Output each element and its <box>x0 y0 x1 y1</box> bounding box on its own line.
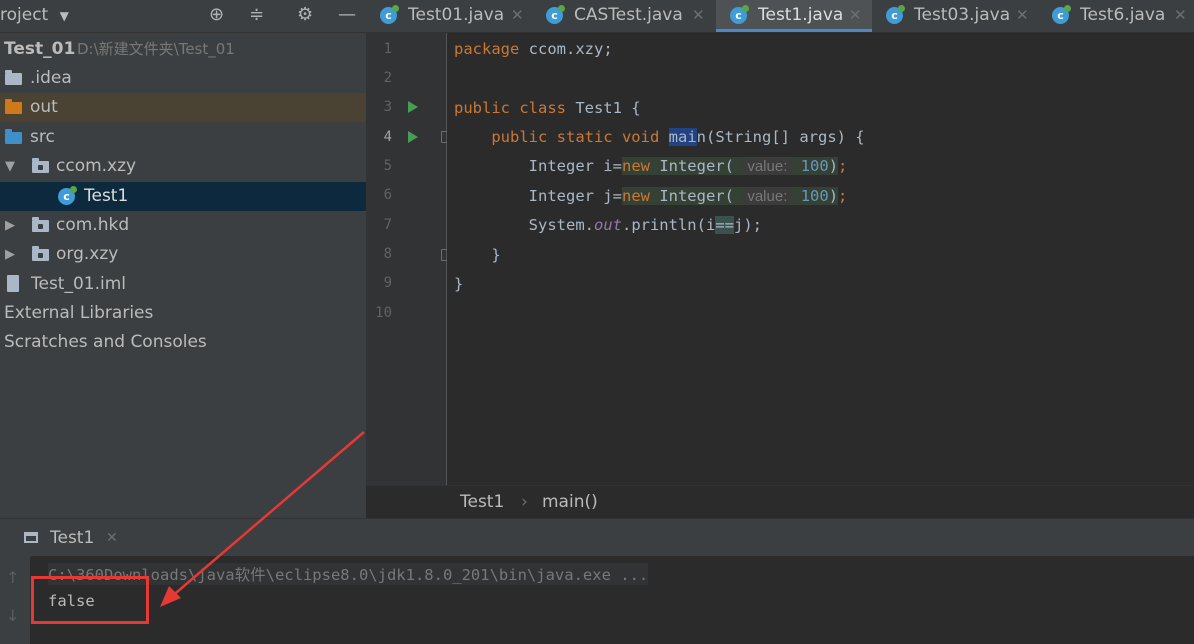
annotation-highlight-box <box>31 576 149 624</box>
code-line-1: package ccom.xzy; <box>454 40 613 58</box>
tab-test1-java[interactable]: c Test1.java ✕ <box>716 0 872 32</box>
parameter-hint: value: <box>743 188 792 205</box>
package-icon <box>32 246 49 261</box>
source-folder-icon <box>5 129 22 144</box>
tab-castest-java[interactable]: c CASTest.java ✕ <box>532 0 716 32</box>
line-number: 1 <box>383 41 392 57</box>
code-line-3: public class Test1 { <box>454 99 641 117</box>
line-number: 2 <box>383 70 392 86</box>
editor-gutter: 1 2 3 4 5 6 7 8 9 10 <box>366 33 451 485</box>
tree-item-scratches[interactable]: Scratches and Consoles <box>0 328 366 357</box>
close-icon[interactable]: ✕ <box>1174 0 1187 31</box>
line-number: 5 <box>383 158 392 174</box>
code-line-6: Integer j=new Integer( value: 100); <box>528 187 848 205</box>
line-number: 8 <box>383 246 392 262</box>
tree-item-ccom-xzy[interactable]: ▼ ccom.xzy <box>0 152 366 181</box>
line-number: 3 <box>383 99 392 115</box>
parameter-hint: value: <box>743 158 792 175</box>
tree-item-idea[interactable]: .idea <box>0 64 366 93</box>
line-number: 4 <box>383 129 392 145</box>
tree-item-src[interactable]: src <box>0 123 366 152</box>
code-line-4: public static void main(String[] args) { <box>491 128 865 146</box>
expand-arrow-icon[interactable]: ▼ <box>5 152 15 181</box>
breadcrumb-class[interactable]: Test1 <box>460 486 504 518</box>
run-tab-test1[interactable]: Test1 ✕ <box>0 519 140 557</box>
console-icon <box>24 532 38 543</box>
folder-icon <box>5 99 22 114</box>
tree-item-iml[interactable]: Test_01.iml <box>0 270 366 299</box>
project-panel-title[interactable]: roject ▼ <box>0 5 69 25</box>
root-name: Test_01 <box>4 39 76 59</box>
package-icon <box>32 158 49 173</box>
tab-test01-java[interactable]: c Test01.java ✕ <box>366 0 532 32</box>
code-line-9: } <box>454 275 464 293</box>
close-icon[interactable]: ✕ <box>1016 0 1029 31</box>
breadcrumb: Test1 › main() <box>366 485 1194 519</box>
java-class-icon: c <box>886 5 905 24</box>
code-line-8: } <box>491 246 501 264</box>
tab-test03-java[interactable]: c Test03.java ✕ <box>872 0 1038 32</box>
line-number: 7 <box>383 217 392 233</box>
collapse-icon[interactable]: ≑ <box>249 4 264 26</box>
close-icon[interactable]: ✕ <box>849 0 862 31</box>
run-toolbar: ↑ ↓ <box>0 556 30 644</box>
collapse-arrow-icon[interactable]: ▶ <box>5 240 15 269</box>
tree-item-external-libraries[interactable]: External Libraries <box>0 299 366 328</box>
java-class-icon: c <box>546 5 565 24</box>
scroll-down-icon[interactable]: ↓ <box>6 606 19 625</box>
line-number: 10 <box>375 305 392 321</box>
java-class-icon: c <box>1052 5 1071 24</box>
java-class-icon: c <box>380 5 399 24</box>
close-icon[interactable]: ✕ <box>692 0 705 31</box>
console-output[interactable]: C:\360Downloads\java软件\eclipse8.0\jdk1.8… <box>31 556 1194 644</box>
code-line-7: System.out.println(i==j); <box>528 216 762 234</box>
folder-icon <box>5 70 22 85</box>
module-file-icon <box>7 275 19 292</box>
run-class-icon[interactable] <box>408 101 418 113</box>
close-icon[interactable]: ✕ <box>511 0 524 31</box>
tree-item-com-hkd[interactable]: ▶ com.hkd <box>0 211 366 240</box>
code-editor[interactable]: package ccom.xzy; public class Test1 { p… <box>447 33 1194 485</box>
code-line-5: Integer i=new Integer( value: 100); <box>528 157 848 175</box>
close-icon[interactable]: ✕ <box>106 519 118 557</box>
project-panel-header: roject ▼ ⊕ ≑ ⚙ — <box>0 0 366 33</box>
run-method-icon[interactable] <box>408 131 418 143</box>
minimize-icon[interactable]: — <box>338 4 356 26</box>
package-icon <box>32 217 49 232</box>
java-class-icon: c <box>730 5 749 24</box>
line-number: 9 <box>383 275 392 291</box>
breadcrumb-method[interactable]: main() <box>542 486 598 518</box>
dropdown-arrow-icon[interactable]: ▼ <box>60 9 69 23</box>
selected-text: mai <box>668 128 697 146</box>
line-number: 6 <box>383 187 392 203</box>
gear-icon[interactable]: ⚙ <box>297 4 313 26</box>
collapse-arrow-icon[interactable]: ▶ <box>5 211 15 240</box>
tree-item-test1[interactable]: c Test1 <box>0 182 366 211</box>
breadcrumb-separator: › <box>521 492 528 512</box>
scroll-up-icon[interactable]: ↑ <box>6 568 19 587</box>
java-class-icon: c <box>58 186 77 205</box>
project-tree: Test_01 D:\新建文件夹\Test_01 .idea out src ▼… <box>0 33 366 518</box>
tree-item-out[interactable]: out <box>0 93 366 122</box>
tab-test6-java[interactable]: c Test6.java ✕ <box>1038 0 1194 32</box>
tree-root[interactable]: Test_01 D:\新建文件夹\Test_01 <box>0 35 366 64</box>
root-path: D:\新建文件夹\Test_01 <box>77 40 235 58</box>
editor-tab-bar: c Test01.java ✕ c CASTest.java ✕ c Test1… <box>366 0 1194 33</box>
locate-icon[interactable]: ⊕ <box>209 4 224 26</box>
run-panel-header: Test1 ✕ <box>0 518 1194 557</box>
tree-item-org-xzy[interactable]: ▶ org.xzy <box>0 240 366 269</box>
